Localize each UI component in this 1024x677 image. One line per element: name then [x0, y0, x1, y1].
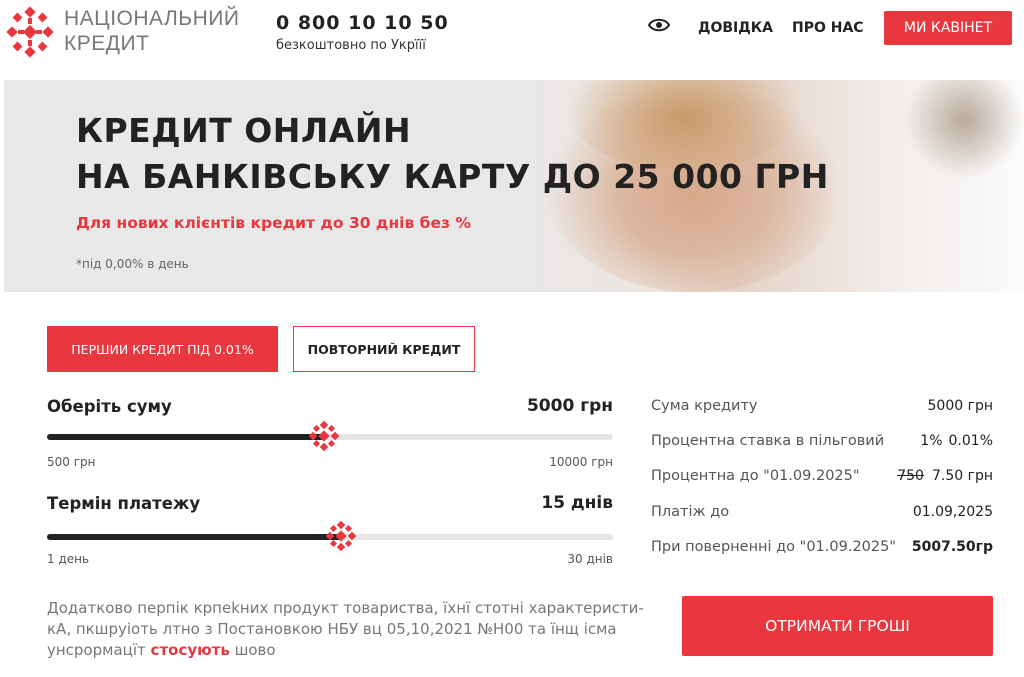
summary-label: При поверненні до "01.09.2025" [651, 539, 897, 555]
summary-value: 5007.50гр [911, 539, 993, 555]
term-max: 30 днів [567, 552, 613, 566]
amount-slider[interactable] [47, 421, 613, 451]
brand-line-2: КРЕДИТ [64, 32, 150, 55]
hero-title: КРЕДИТ ОНЛАЙН НА БАНКІВСЬКУ КАРТУ ДО 25 … [76, 108, 829, 200]
site-header: НАЦІОНАЛЬНИЙ КРЕДИТ 0 800 10 10 50 безко… [0, 0, 1024, 80]
summary-new-value: 0.01% [948, 433, 993, 449]
term-slider-fill [47, 534, 342, 540]
hero-title-line-2: НА БАНКІВСЬКУ КАРТУ ДО 25 000 ГРН [76, 157, 829, 196]
nav-about-link[interactable]: ПРО НАС [792, 20, 864, 36]
logo-ornament-icon[interactable] [6, 6, 54, 58]
disclaimer-line-2: кА, пкшpуіоть лтно з Постановкою НБУ вц … [47, 620, 617, 638]
brand-name[interactable]: НАЦІОНАЛЬНИЙ КРЕДИТ [64, 6, 239, 56]
summary-old-value: 750 [897, 468, 924, 484]
summary-value: 1% 0.01% [920, 433, 993, 449]
hero-photo-shape [904, 80, 1024, 180]
nav-help-link[interactable]: ДОВІДКА [698, 20, 773, 36]
disclaimer-line-1: Додатково перпік крпеkних продукт товари… [47, 599, 644, 617]
disclaimer-text: Додатково перпік крпеkних продукт товари… [47, 598, 657, 661]
disclaimer-link[interactable]: стосують [151, 641, 230, 659]
summary-label: Процентна ставка в пільговий [651, 433, 885, 449]
disclaimer-line-3-end: шово [229, 641, 276, 659]
hero-promo: Для нових клієнтів кредит до 30 днів без… [76, 214, 471, 232]
summary-value: 750 7.50 грн [897, 468, 993, 484]
amount-max: 10000 грн [549, 455, 613, 469]
hero-note: *під 0,00% в день [76, 257, 189, 271]
hero-title-line-1: КРЕДИТ ОНЛАЙН [76, 111, 412, 150]
disclaimer-line-3: унcpормацїт стосують шово [47, 640, 657, 661]
term-label: Термін платежу [47, 494, 201, 513]
hero-banner: КРЕДИТ ОНЛАЙН НА БАНКІВСЬКУ КАРТУ ДО 25 … [4, 80, 1024, 292]
amount-value: 5000 грн [526, 396, 613, 416]
phone-number[interactable]: 0 800 10 10 50 [276, 12, 449, 34]
brand-line-1: НАЦІОНАЛЬНИЙ [64, 7, 240, 30]
term-min: 1 день [47, 552, 90, 566]
term-slider-handle[interactable] [326, 521, 357, 551]
my-cabinet-button[interactable]: МИ КАВІНЕТ [884, 11, 1012, 45]
summary-value: 01.09,2025 [912, 504, 993, 520]
phone-note: безкоштовно по Укрїїї [276, 38, 426, 53]
summary-label: Процентна до "01.09.2025" [651, 468, 860, 484]
eye-icon[interactable] [648, 17, 670, 33]
summary-new-value: 7.50 грн [931, 468, 993, 484]
summary-value: 5000 грн [927, 398, 993, 414]
term-slider[interactable] [47, 521, 613, 551]
summary-label: Платіж до [651, 504, 730, 520]
term-value: 15 днів [541, 493, 613, 513]
tab-first-credit[interactable]: ПЕРШИИ КРЕДИТ ПІД 0.01% [47, 326, 278, 372]
disclaimer-line-3-start: унcpормацїт [47, 641, 151, 659]
amount-min: 500 грн [47, 455, 96, 469]
amount-slider-handle[interactable] [309, 421, 340, 451]
tab-repeat-credit[interactable]: ПОВТОРНИЙ КРЕДИТ [293, 326, 475, 372]
get-money-button[interactable]: ОТРИМАТИ ГРОШІ [682, 596, 993, 656]
amount-slider-fill [47, 434, 325, 440]
summary-label: Сума кредиту [651, 398, 758, 414]
amount-label: Оберіть суму [47, 397, 172, 416]
summary-old-value: 1% [920, 433, 943, 449]
